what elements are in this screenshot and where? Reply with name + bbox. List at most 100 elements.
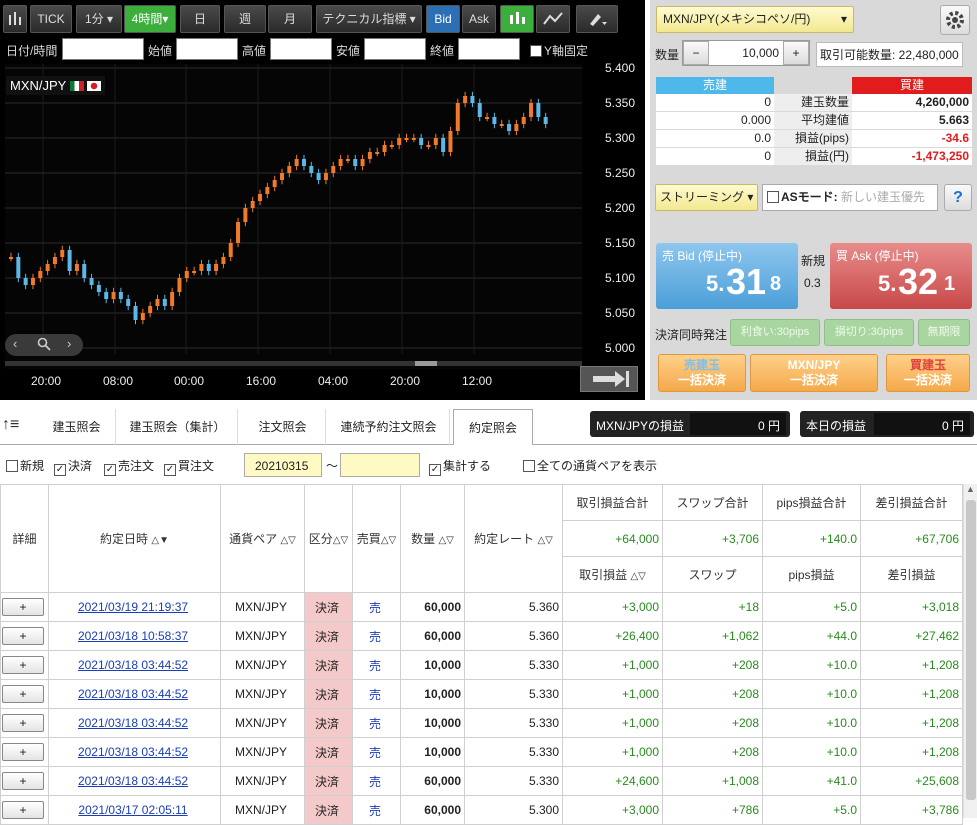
qty-input[interactable]: 10,000 [713, 46, 779, 60]
settings-gear-icon[interactable] [940, 5, 970, 35]
pair-close-all-button[interactable]: MXN/JPY 一括決済 [750, 354, 878, 392]
buy-ask-button[interactable]: 買 Ask (停止中) 5. 32 1 [830, 243, 972, 309]
help-button[interactable]: ? [944, 184, 972, 211]
y-fixed-toggle[interactable]: Y軸固定 [530, 42, 588, 59]
pair-select[interactable]: MXN/JPY(メキシコペソ/円) ▾ [656, 6, 854, 33]
bid-button[interactable]: Bid [426, 5, 460, 33]
filter-new[interactable]: 新規 [6, 457, 44, 474]
month-button[interactable]: 月 [268, 5, 312, 33]
expand-button[interactable]: + [2, 685, 44, 703]
qty-cell: 10,000 [400, 679, 465, 709]
candle-body [507, 124, 512, 131]
date-to-input[interactable] [340, 453, 420, 477]
expand-button[interactable]: + [2, 627, 44, 645]
buy-close-all-button[interactable]: 買建玉 一括決済 [886, 354, 970, 392]
candlestick-chart [5, 64, 582, 354]
expand-button[interactable]: + [2, 714, 44, 732]
total-pips: +140.0 [762, 520, 861, 557]
tab-continuous-orders[interactable]: 連続予約注文照会 [328, 409, 450, 445]
col-qty[interactable]: 数量 △▽ [400, 484, 465, 593]
execution-datetime-link[interactable]: 2021/03/18 03:44:52 [48, 679, 221, 709]
table-scrollbar[interactable]: ▲ [963, 484, 977, 818]
chart-plot-area[interactable] [5, 64, 582, 369]
y-fixed-checkbox[interactable] [530, 45, 542, 57]
scrollbar-thumb[interactable] [966, 500, 976, 800]
filter-buy[interactable]: ✓ 買注文 [164, 457, 214, 476]
execution-datetime-link[interactable]: 2021/03/18 03:44:52 [48, 650, 221, 680]
date-from-input[interactable]: 20210315 [244, 453, 322, 477]
filter-settle[interactable]: ✓ 決済 [54, 457, 92, 476]
open-field[interactable] [176, 38, 238, 60]
col-pair[interactable]: 通貨ペア △▽ [220, 484, 305, 593]
as-mode-box[interactable]: ASモード: 新しい建玉優先 [762, 184, 938, 211]
sort-toggle-icon[interactable]: ↑≡ [2, 416, 19, 434]
line-chart-icon[interactable] [536, 5, 570, 33]
chart-type-icon[interactable] [3, 5, 27, 33]
filter-settle-checkbox[interactable]: ✓ [54, 464, 66, 476]
expand-button[interactable]: + [2, 598, 44, 616]
qty-minus-button[interactable]: − [683, 41, 709, 65]
mexico-flag-icon [69, 81, 84, 91]
tab-positions[interactable]: 建玉照会 [38, 409, 116, 445]
expand-button[interactable]: + [2, 801, 44, 819]
week-button[interactable]: 週 [224, 5, 266, 33]
filter-sell[interactable]: ✓ 売注文 [104, 457, 154, 476]
execution-datetime-link[interactable]: 2021/03/18 03:44:52 [48, 766, 221, 796]
as-mode-checkbox[interactable] [767, 191, 779, 203]
tab-executions[interactable]: 約定照会 [453, 409, 533, 445]
pnl-cell: +1,000 [562, 708, 663, 738]
expand-button[interactable]: + [2, 743, 44, 761]
filter-all-pairs-checkbox[interactable] [523, 460, 535, 472]
col-side[interactable]: 売買△▽ [352, 484, 401, 593]
scroll-right-icon[interactable]: › [67, 336, 71, 351]
datetime-field[interactable] [62, 38, 144, 60]
col-pnl[interactable]: 取引損益 △▽ [562, 556, 663, 593]
sell-close-all-button[interactable]: 売建玉 一括決済 [658, 354, 746, 392]
filter-aggregate[interactable]: ✓ 集計する [429, 457, 491, 476]
day-button[interactable]: 日 [180, 5, 220, 33]
low-field[interactable] [364, 38, 426, 60]
qty-plus-button[interactable]: + [783, 41, 809, 65]
candlestick-icon[interactable] [500, 5, 534, 33]
scroll-left-icon[interactable]: ‹ [13, 336, 17, 351]
minute-select[interactable]: 1分 ▾ [76, 5, 122, 33]
ask-button[interactable]: Ask [462, 5, 496, 33]
filter-aggregate-checkbox[interactable]: ✓ [429, 464, 441, 476]
execution-datetime-link[interactable]: 2021/03/19 21:19:37 [48, 592, 221, 622]
candle-body [397, 138, 402, 145]
unlimited-button[interactable]: 無期限 [918, 319, 970, 346]
execution-datetime-link[interactable]: 2021/03/18 03:44:52 [48, 708, 221, 738]
expand-button[interactable]: + [2, 656, 44, 674]
execution-datetime-link[interactable]: 2021/03/18 03:44:52 [48, 737, 221, 767]
filter-new-checkbox[interactable] [6, 460, 18, 472]
filter-buy-checkbox[interactable]: ✓ [164, 464, 176, 476]
stop-loss-button[interactable]: 損切り:30pips [824, 319, 914, 346]
filter-all-pairs[interactable]: 全ての通貨ペアを表示 [523, 457, 657, 474]
tick-button[interactable]: TICK [30, 5, 72, 33]
close-field[interactable] [458, 38, 520, 60]
sell-bid-button[interactable]: 売 Bid (停止中) 5. 31 8 [656, 243, 798, 309]
expand-button[interactable]: + [2, 772, 44, 790]
streaming-select[interactable]: ストリーミング ▾ [655, 184, 758, 211]
draw-tool-icon[interactable] [576, 5, 618, 33]
chart-scrollbar[interactable] [5, 361, 582, 366]
col-datetime[interactable]: 約定日時 △▼ [48, 484, 221, 593]
tab-orders[interactable]: 注文照会 [240, 409, 326, 445]
indicator-select[interactable]: テクニカル指標 ▾ [316, 5, 422, 33]
interval-select[interactable]: 4時間▾ [124, 5, 176, 33]
high-field[interactable] [270, 38, 332, 60]
col-rate[interactable]: 約定レート △▽ [464, 484, 563, 593]
tab-positions-summary[interactable]: 建玉照会（集計） [118, 409, 238, 445]
filter-sell-checkbox[interactable]: ✓ [104, 464, 116, 476]
execution-datetime-link[interactable]: 2021/03/18 10:58:37 [48, 621, 221, 651]
side-cell: 売 [352, 592, 401, 622]
zoom-search-icon[interactable] [37, 337, 51, 354]
jump-latest-button[interactable] [580, 366, 638, 392]
scroll-up-icon[interactable]: ▲ [964, 484, 977, 494]
col-type[interactable]: 区分△▽ [304, 484, 353, 593]
execution-datetime-link[interactable]: 2021/03/17 02:05:11 [48, 795, 221, 825]
col-pips-total: pips損益合計 [762, 484, 861, 521]
take-profit-button[interactable]: 利食い:30pips [730, 319, 820, 346]
scrollbar-thumb[interactable] [415, 361, 437, 366]
pnl-cell: +24,600 [562, 766, 663, 796]
